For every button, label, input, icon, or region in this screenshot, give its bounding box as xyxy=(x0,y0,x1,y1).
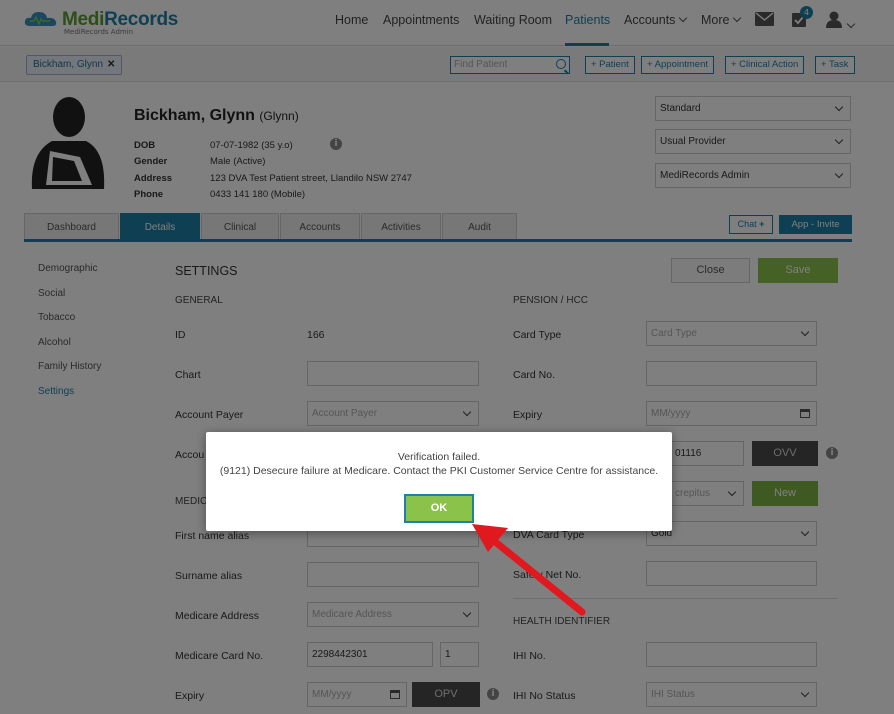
dialog-title: Verification failed. xyxy=(397,451,481,463)
verification-failed-dialog: Verification failed. (9121) Desecure fai… xyxy=(206,432,672,531)
modal-backdrop[interactable] xyxy=(0,0,894,714)
dialog-message: (9121) Desecure failure at Medicare. Con… xyxy=(219,465,659,477)
red-arrow-annotation xyxy=(472,524,586,616)
